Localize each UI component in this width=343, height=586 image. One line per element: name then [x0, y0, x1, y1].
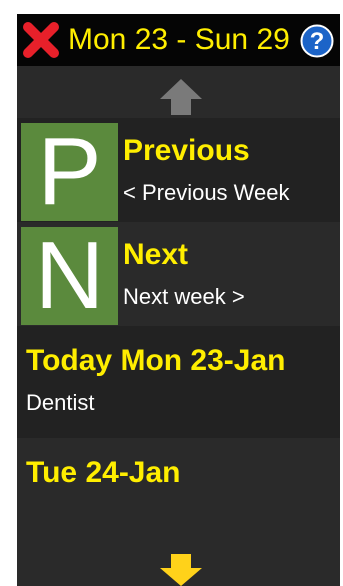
arrow-up-icon[interactable] [158, 77, 204, 117]
scroll-up-row[interactable] [17, 66, 340, 118]
next-tile: N [21, 227, 118, 325]
week-range-title: Mon 23 - Sun 29 [68, 23, 290, 56]
svg-text:?: ? [310, 28, 325, 55]
header-bar: Mon 23 - Sun 29 ? [17, 14, 340, 66]
next-week-row[interactable]: N Next Next week > [17, 222, 340, 326]
day-title: Tue 24-Jan [26, 456, 181, 489]
previous-title: Previous [123, 134, 250, 167]
day-event: Dentist [26, 390, 95, 415]
scroll-down-row[interactable] [17, 550, 340, 586]
next-subtitle: Next week > [123, 284, 245, 309]
next-title: Next [123, 238, 189, 271]
app-window: Mon 23 - Sun 29 ? P Previous < Previous … [17, 14, 340, 586]
arrow-down-icon[interactable] [158, 554, 204, 586]
day-row-tuesday[interactable]: Tue 24-Jan [17, 438, 340, 550]
previous-week-row[interactable]: P Previous < Previous Week [17, 118, 340, 222]
previous-subtitle: < Previous Week [123, 180, 290, 205]
day-title: Today Mon 23-Jan [26, 344, 286, 377]
close-icon[interactable] [22, 21, 60, 59]
help-icon[interactable]: ? [300, 24, 334, 58]
previous-tile: P [21, 123, 118, 221]
day-row-today[interactable]: Today Mon 23-Jan Dentist [17, 326, 340, 438]
